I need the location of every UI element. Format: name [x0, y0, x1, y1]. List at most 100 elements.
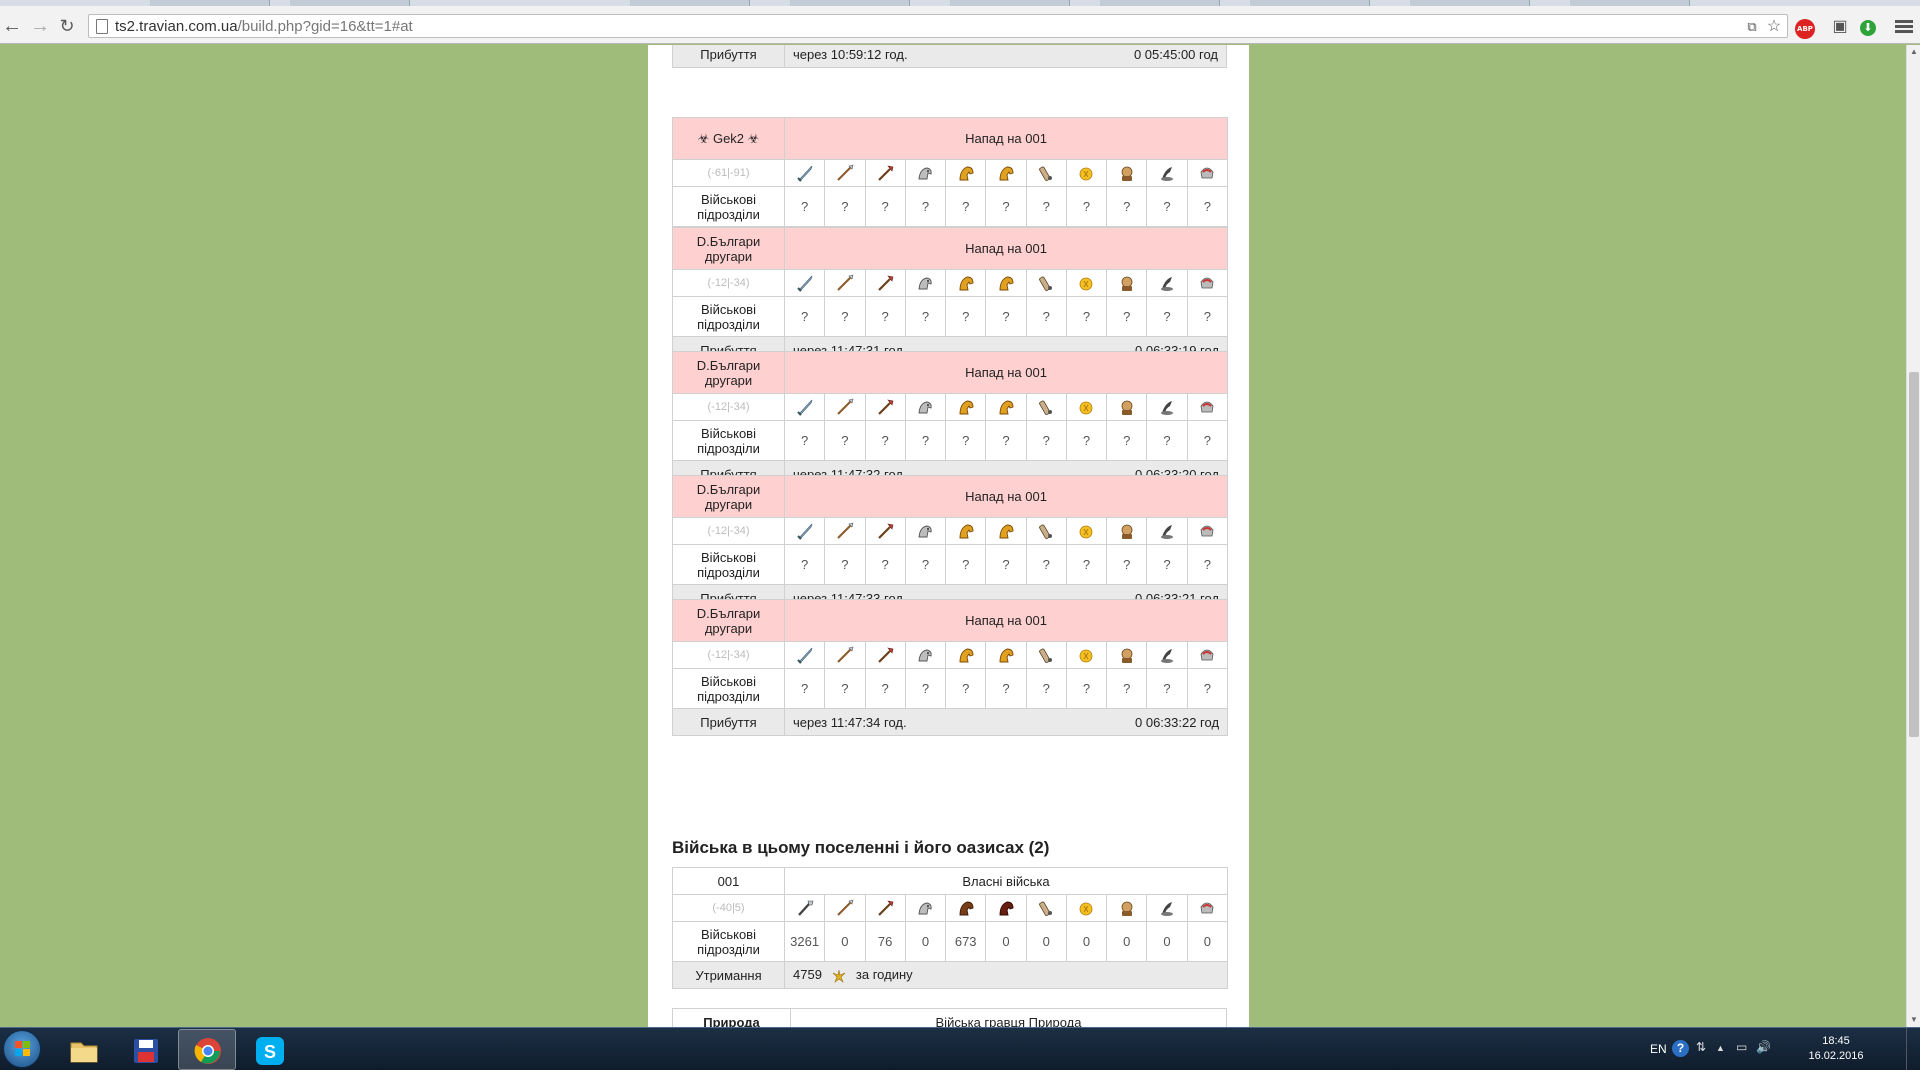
own-troops-header: Власні війська — [784, 867, 1228, 895]
start-button[interactable] — [3, 1030, 41, 1068]
attack-title[interactable]: Напад на 001 — [783, 351, 1229, 394]
screen-bottom-edge — [0, 1070, 1920, 1080]
unit-count: 0 — [1065, 921, 1108, 962]
attacker-coordinates[interactable]: (-61|-91) — [672, 159, 785, 187]
unit-icon-cell — [824, 894, 866, 922]
attack-title[interactable]: Напад на 001 — [783, 117, 1229, 160]
chief-unit-icon — [1117, 163, 1137, 183]
unit-icon-cell — [945, 641, 987, 669]
scout-unit-icon — [915, 645, 935, 665]
attack-title[interactable]: Напад на 001 — [783, 475, 1229, 518]
attacker-name[interactable]: D.Българи другари — [672, 599, 785, 642]
floppy-icon — [131, 1037, 161, 1065]
unit-icon-cell — [1146, 517, 1188, 545]
unit-icon-cell — [783, 393, 826, 421]
back-icon[interactable]: ← — [1, 15, 23, 37]
unit-count: ? — [985, 186, 1027, 227]
unit-icon-cell — [1146, 641, 1188, 669]
attacker-coordinates[interactable]: (-12|-34) — [672, 517, 785, 545]
page-scrollbar[interactable]: ▲ ▼ — [1906, 45, 1920, 1027]
attacker-name[interactable]: D.Българи другари — [672, 351, 785, 394]
unit-count: ? — [783, 296, 826, 337]
chrome-taskbar-button[interactable] — [178, 1029, 236, 1070]
spear-unit-icon — [835, 645, 855, 665]
units-label: Військові підрозділи — [672, 544, 785, 585]
coordinates[interactable]: (-40|5) — [672, 894, 785, 922]
windows-taskbar: S EN ? ⇅ ▲ ▭ 🔊 18:45 16.02.2016 — [0, 1027, 1920, 1071]
show-desktop-button[interactable] — [1906, 1028, 1920, 1071]
nature-troops-table: Природа Війська гравця Природа — [672, 1008, 1227, 1027]
unit-icon-cell — [1186, 641, 1229, 669]
page-icon — [96, 19, 108, 34]
skype-taskbar-button[interactable]: S — [240, 1029, 298, 1070]
help-icon[interactable]: ? — [1672, 1040, 1689, 1057]
volume-icon[interactable]: 🔊 — [1756, 1040, 1771, 1054]
scout-unit-icon — [915, 397, 935, 417]
unit-icon-cell — [1025, 641, 1067, 669]
attacker-coordinates[interactable]: (-12|-34) — [672, 393, 785, 421]
language-indicator[interactable]: EN — [1650, 1042, 1667, 1056]
hero-unit-icon — [1197, 898, 1217, 918]
unit-icon-cell — [1025, 159, 1067, 187]
attacker-name[interactable]: ☣ Gek2 ☣ — [672, 117, 785, 160]
translate-icon[interactable]: ⧉ — [1742, 17, 1762, 37]
horse-unit-icon — [956, 521, 976, 541]
unit-count: ? — [985, 544, 1027, 585]
content-panel: Прибуття через 10:59:12 год. 0 05:45:00 г… — [648, 45, 1249, 1027]
unit-count: ? — [945, 668, 987, 709]
show-hidden-icons-icon[interactable]: ▲ — [1716, 1043, 1725, 1053]
chief-unit-icon — [1117, 273, 1137, 293]
attacker-coordinates[interactable]: (-12|-34) — [672, 641, 785, 669]
scroll-up-icon[interactable]: ▲ — [1907, 45, 1920, 59]
extension-icon[interactable]: ▣ — [1830, 17, 1850, 37]
unit-icon-cell — [1146, 269, 1188, 297]
download-extension-icon[interactable]: ⬇ — [1860, 20, 1876, 36]
unit-count: ? — [1106, 544, 1148, 585]
unit-count: ? — [1186, 544, 1229, 585]
unit-icon-cell — [904, 159, 947, 187]
unit-count: ? — [864, 668, 906, 709]
upkeep-value: 4759 — [793, 967, 822, 983]
unit-count: ? — [1065, 668, 1108, 709]
forward-icon[interactable]: → — [29, 15, 51, 37]
address-bar[interactable]: ts2.travian.com.ua/build.php?gid=16&tt=1… — [88, 14, 1788, 38]
crop-icon — [832, 969, 846, 983]
unit-icon-cell — [783, 641, 826, 669]
url-text[interactable]: ts2.travian.com.ua/build.php?gid=16&tt=1… — [115, 18, 413, 35]
menu-icon[interactable] — [1895, 18, 1913, 36]
scroll-down-icon[interactable]: ▼ — [1907, 1013, 1920, 1027]
attacker-coordinates[interactable]: (-12|-34) — [672, 269, 785, 297]
clock[interactable]: 18:45 16.02.2016 — [1806, 1034, 1866, 1064]
spear-unit-icon — [835, 898, 855, 918]
unit-icon-cell — [985, 269, 1027, 297]
unit-count: ? — [783, 668, 826, 709]
attack-title[interactable]: Напад на 001 — [783, 599, 1229, 642]
reload-icon[interactable]: ↻ — [56, 15, 78, 37]
network-status-icon[interactable]: ⇅ — [1696, 1040, 1706, 1054]
explorer-taskbar-button[interactable] — [54, 1029, 112, 1070]
unit-count: ? — [904, 296, 947, 337]
unit-icon-cell — [1106, 393, 1148, 421]
unit-icon-cell — [1146, 393, 1188, 421]
unit-icon-cell — [1106, 269, 1148, 297]
incoming-attack-table: D.Българи другари Напад на 001 (-12|-34) Ві… — [672, 475, 1229, 612]
incoming-attack-table: D.Българи другари Напад на 001 (-12|-34) Ві… — [672, 599, 1229, 736]
save-app-taskbar-button[interactable] — [116, 1029, 174, 1070]
village-name[interactable]: 001 — [672, 867, 785, 895]
axe-unit-icon — [875, 645, 895, 665]
attacker-name[interactable]: D.Българи другари — [672, 475, 785, 518]
action-center-icon[interactable]: ▭ — [1736, 1040, 1747, 1054]
attacker-name[interactable]: D.Българи другари — [672, 227, 785, 270]
attack-title[interactable]: Напад на 001 — [783, 227, 1229, 270]
unit-count: 0 — [1106, 921, 1148, 962]
unit-count: 0 — [985, 921, 1027, 962]
scrollbar-thumb[interactable] — [1909, 372, 1919, 737]
adblock-icon[interactable]: ABP — [1795, 19, 1815, 39]
unit-count: ? — [824, 420, 866, 461]
axe-unit-icon — [875, 898, 895, 918]
sword-unit-icon — [795, 273, 815, 293]
bookmark-star-icon[interactable]: ☆ — [1764, 17, 1784, 37]
scout-unit-icon — [915, 521, 935, 541]
unit-count: ? — [945, 420, 987, 461]
sword-unit-icon — [795, 397, 815, 417]
